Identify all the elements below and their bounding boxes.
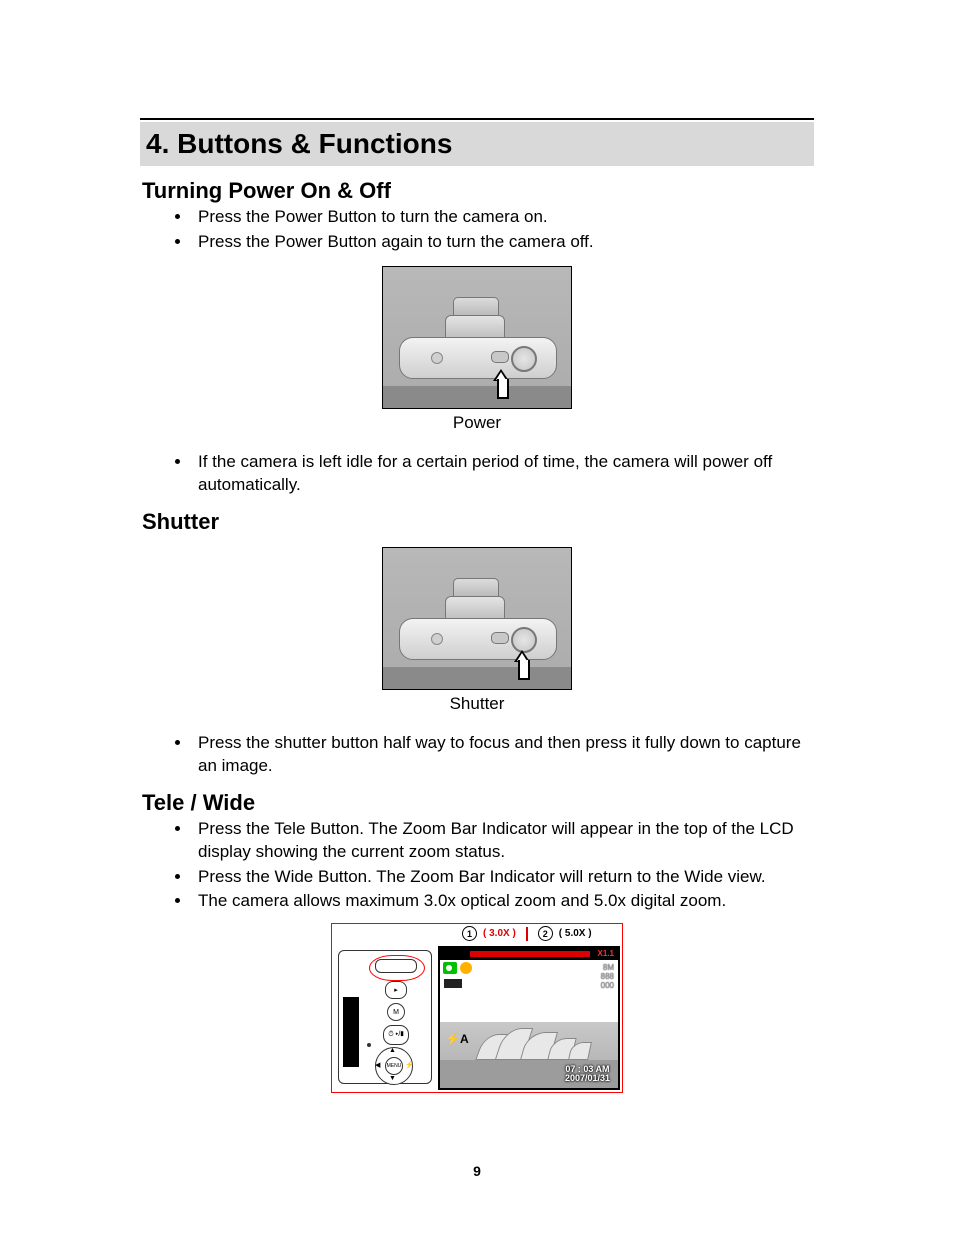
list-item: If the camera is left idle for a certain…: [192, 451, 814, 497]
figure-shutter: Shutter: [140, 547, 814, 714]
heading-tele-wide: Tele / Wide: [142, 790, 814, 816]
power-button-icon: [491, 351, 509, 363]
zoom-labels: 1 ( 3.0X ) 2 ( 5.0X ): [462, 926, 592, 941]
battery-icon: [443, 978, 463, 989]
heading-shutter: Shutter: [142, 509, 814, 535]
arrow-up-icon: [494, 369, 508, 399]
list-item: Press the Tele Button. The Zoom Bar Indi…: [192, 818, 814, 864]
play-button-icon: ▸: [385, 981, 407, 999]
lcd-date: 2007/01/31: [565, 1074, 610, 1084]
list-item: Press the Power Button again to turn the…: [192, 231, 814, 254]
zoom-bar-icon: [470, 951, 590, 957]
mode-button-icon: M: [387, 1003, 405, 1021]
led-icon: [367, 1043, 371, 1047]
marker-icon: [522, 927, 532, 941]
arrow-up-icon: [515, 650, 529, 680]
camera-back-outline: ▸ M ⏱ ▸/∎ MENU ▲ ▼ ◀ ⚡: [338, 950, 432, 1084]
lcd-right-info: 8M 888 000: [601, 964, 614, 990]
lcd-preview: X1.1 ⚡A 8M 888 000 07 : 03 AM 2007/01/31: [438, 946, 620, 1090]
flash-auto-icon: ⚡A: [445, 1032, 469, 1046]
label-2-value: ( 5.0X ): [559, 928, 592, 939]
power-post-bullets: If the camera is left idle for a certain…: [140, 451, 814, 497]
label-2-icon: 2: [538, 926, 553, 941]
dpad-right-icon: ⚡: [405, 1061, 414, 1069]
zoom-rocker-icon: [375, 959, 417, 973]
dpad-up-icon: ▲: [389, 1047, 396, 1054]
figure-tele-wide: 1 ( 3.0X ) 2 ( 5.0X ) ▸ M ⏱ ▸/∎ MENU ▲ ▼…: [331, 923, 623, 1093]
section-title: 4. Buttons & Functions: [146, 128, 810, 160]
label-1-value: ( 3.0X ): [483, 928, 516, 939]
heading-power: Turning Power On & Off: [142, 178, 814, 204]
list-item: The camera allows maximum 3.0x optical z…: [192, 890, 814, 913]
label-1-icon: 1: [462, 926, 477, 941]
figure-caption: Shutter: [140, 694, 814, 714]
dpad-down-icon: ▼: [389, 1075, 396, 1082]
camera-top-view: [382, 266, 572, 409]
face-icon: [460, 962, 472, 974]
timer-button-icon: ⏱ ▸/∎: [383, 1025, 409, 1045]
dpad-left-icon: ◀: [375, 1061, 380, 1069]
lcd-datetime: 07 : 03 AM 2007/01/31: [565, 1065, 610, 1085]
page-number: 9: [0, 1163, 954, 1179]
telewide-bullets: Press the Tele Button. The Zoom Bar Indi…: [140, 818, 814, 914]
document-page: 4. Buttons & Functions Turning Power On …: [0, 0, 954, 1235]
shutter-bullets: Press the shutter button half way to foc…: [140, 732, 814, 778]
list-item: Press the Power Button to turn the camer…: [192, 206, 814, 229]
list-item: Press the Wide Button. The Zoom Bar Indi…: [192, 866, 814, 889]
section-title-box: 4. Buttons & Functions: [140, 122, 814, 166]
zoom-value: X1.1: [598, 949, 614, 958]
shutter-button-icon: [511, 346, 537, 372]
figure-power: Power: [140, 266, 814, 433]
power-bullets: Press the Power Button to turn the camer…: [140, 206, 814, 254]
camera-mode-icon: [443, 962, 457, 974]
counter-value: 000: [601, 982, 614, 991]
figure-caption: Power: [140, 413, 814, 433]
camera-top-view: [382, 547, 572, 690]
list-item: Press the shutter button half way to foc…: [192, 732, 814, 778]
top-rule: [140, 118, 814, 120]
